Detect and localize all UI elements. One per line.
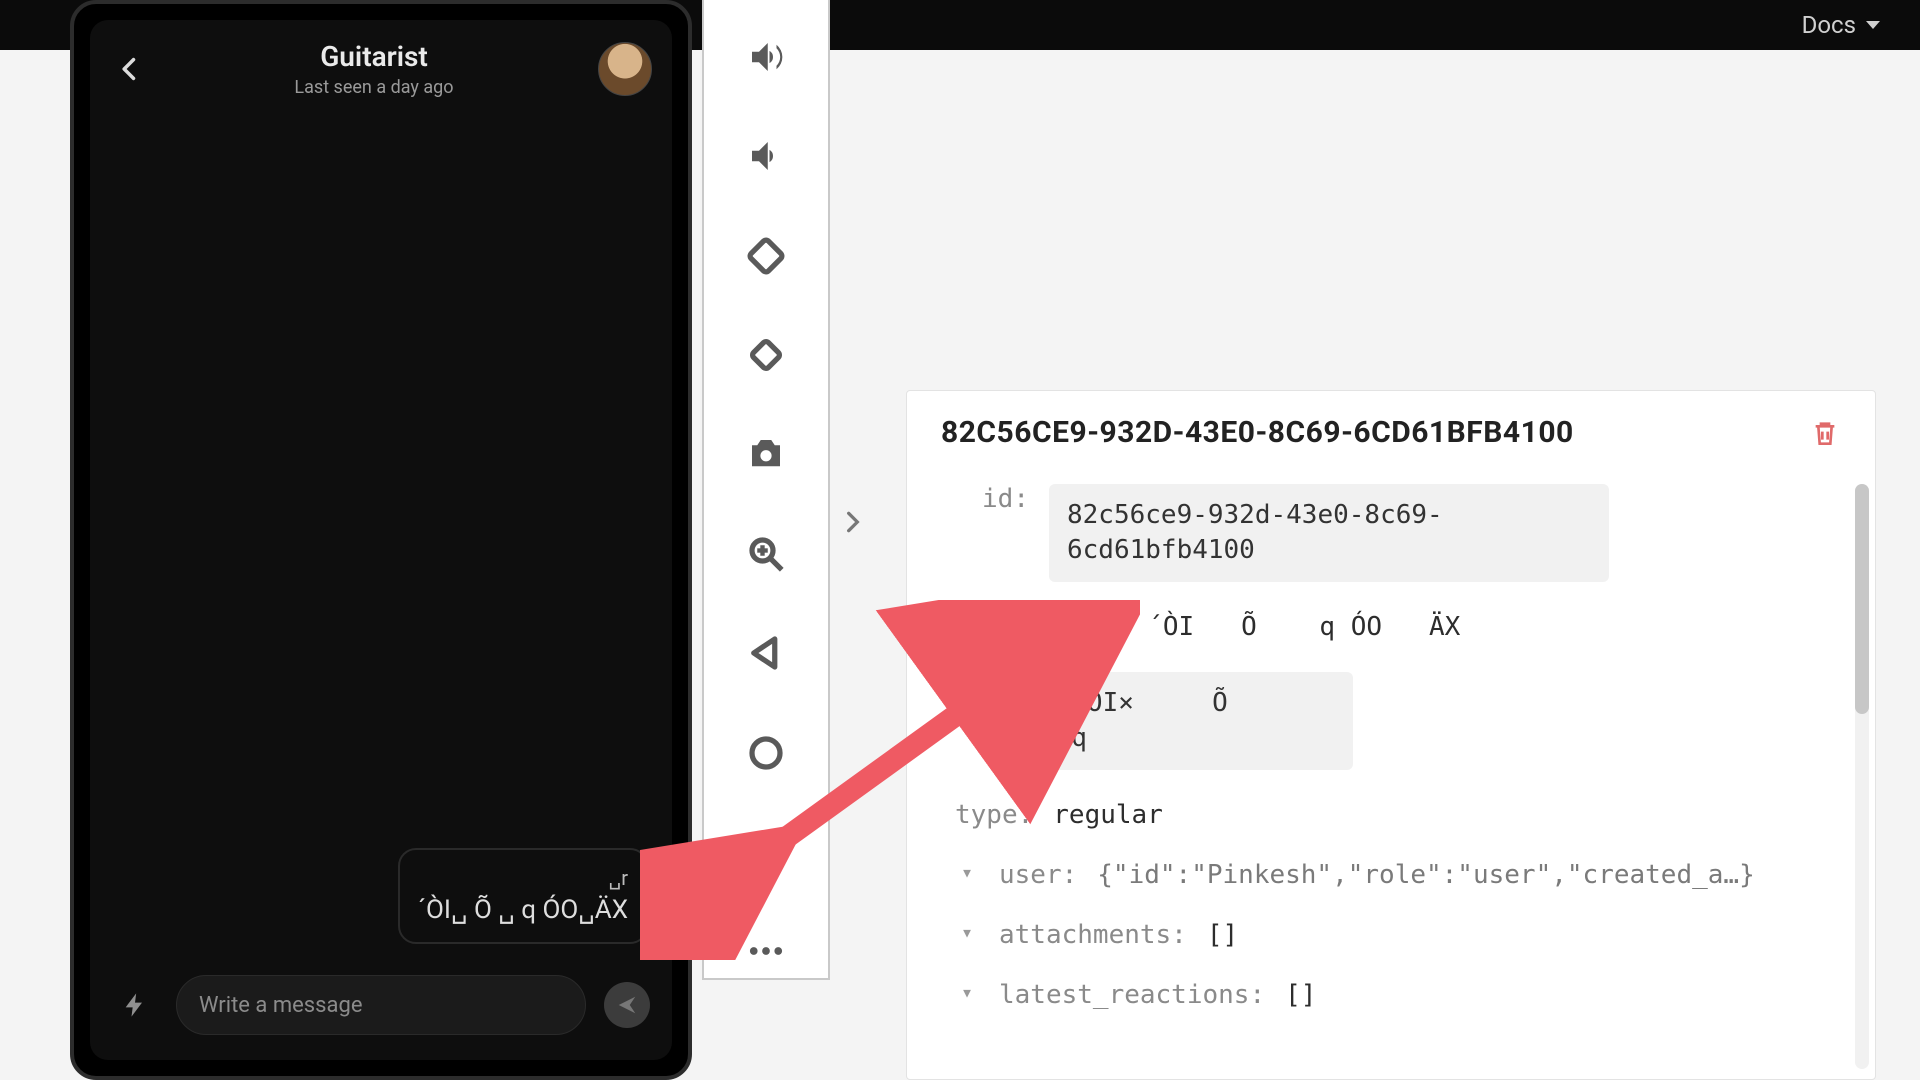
back-nav-icon	[745, 632, 787, 674]
messages-area[interactable]: ␣r ´ÒI␣ Õ ␣ q ÓO␣ÄX	[90, 118, 672, 968]
volume-up-button[interactable]	[738, 30, 794, 83]
field-label: id:	[955, 484, 1029, 514]
chevron-right-icon	[840, 509, 866, 535]
field-row-type: type: regular	[955, 800, 1827, 830]
field-label: user:	[999, 860, 1077, 890]
field-label: latest_reactions:	[999, 980, 1265, 1010]
send-button[interactable]	[604, 982, 650, 1028]
volume-down-button[interactable]	[738, 129, 794, 182]
trash-icon	[1809, 417, 1841, 449]
caret-icon: ▾	[955, 980, 979, 1004]
docs-dropdown[interactable]: Docs	[1802, 11, 1880, 39]
text-value: r ´ÒI Õ q ÓO ÄX	[1053, 612, 1460, 642]
expand-chevron[interactable]	[840, 508, 866, 543]
type-value: regular	[1053, 800, 1163, 830]
id-value[interactable]: 82c56ce9-932d-43e0-8c69-6cd61bfb4100	[1049, 484, 1609, 582]
recents-nav-icon	[745, 831, 787, 873]
field-row-user[interactable]: ▾ user: {"id":"Pinkesh","role":"user","c…	[955, 860, 1827, 890]
message-input-placeholder: Write a message	[199, 993, 363, 1018]
message-line-2: ´ÒI␣ Õ ␣ q ÓO␣ÄX	[418, 892, 628, 928]
chat-subtitle: Last seen a day ago	[168, 77, 580, 98]
nav-home-button[interactable]	[738, 726, 794, 779]
chevron-left-icon	[116, 55, 144, 83]
field-label: text:	[955, 612, 1033, 642]
message-bubble[interactable]: ␣r ´ÒI␣ Õ ␣ q ÓO␣ÄX	[398, 848, 648, 944]
user-value: {"id":"Pinkesh","role":"user","created_a…	[1097, 860, 1754, 890]
nav-recents-button[interactable]	[738, 825, 794, 878]
panel-body: id: 82c56ce9-932d-43e0-8c69-6cd61bfb4100…	[907, 474, 1875, 1079]
field-row-text: text: r ´ÒI Õ q ÓO ÄX	[955, 612, 1827, 642]
chat-title-wrap: Guitarist Last seen a day ago	[168, 40, 580, 98]
chevron-down-icon	[1866, 21, 1880, 29]
field-row-id: id: 82c56ce9-932d-43e0-8c69-6cd61bfb4100	[955, 484, 1827, 582]
delete-button[interactable]	[1809, 417, 1841, 449]
emulator-controls	[702, 0, 830, 980]
zoom-in-icon	[745, 533, 787, 575]
chat-title: Guitarist	[168, 40, 580, 73]
commands-button[interactable]	[112, 982, 158, 1028]
send-icon	[616, 994, 638, 1016]
volume-down-icon	[745, 135, 787, 177]
latest-reactions-value: []	[1285, 980, 1316, 1010]
more-icon	[745, 930, 787, 972]
nav-back-button[interactable]	[738, 626, 794, 679]
more-button[interactable]	[738, 925, 794, 978]
rotate-right-icon	[745, 334, 787, 376]
field-row-latest-reactions[interactable]: ▾ latest_reactions: []	[955, 980, 1827, 1010]
emulator-screen: Guitarist Last seen a day ago ␣r ´ÒI␣ Õ …	[90, 20, 672, 1060]
docs-label: Docs	[1802, 11, 1856, 39]
field-label: type:	[955, 800, 1033, 830]
volume-up-icon	[745, 36, 787, 78]
caret-icon: ▾	[955, 860, 979, 884]
panel-header: 82C56CE9-932D-43E0-8C69-6CD61BFB4100	[907, 391, 1875, 474]
message-line-1: ␣r	[418, 864, 628, 892]
screenshot-button[interactable]	[738, 428, 794, 481]
message-detail-panel: 82C56CE9-932D-43E0-8C69-6CD61BFB4100 id:…	[906, 390, 1876, 1080]
rotate-left-icon	[745, 235, 787, 277]
html-value[interactable]: ´ÒI× Õ q	[1053, 672, 1353, 770]
chat-header: Guitarist Last seen a day ago	[90, 20, 672, 118]
avatar[interactable]	[598, 42, 652, 96]
panel-title: 82C56CE9-932D-43E0-8C69-6CD61BFB4100	[941, 415, 1574, 450]
bolt-icon	[121, 991, 149, 1019]
scrollbar-thumb[interactable]	[1855, 484, 1869, 714]
back-button[interactable]	[110, 55, 150, 83]
rotate-right-button[interactable]	[738, 328, 794, 381]
zoom-in-button[interactable]	[738, 527, 794, 580]
camera-icon	[745, 433, 787, 475]
attachments-value: []	[1207, 920, 1238, 950]
message-input[interactable]: Write a message	[176, 975, 586, 1035]
home-nav-icon	[745, 732, 787, 774]
composer: Write a message	[90, 968, 672, 1060]
field-row-html: html: ´ÒI× Õ q	[955, 672, 1827, 770]
emulator-device-frame: Guitarist Last seen a day ago ␣r ´ÒI␣ Õ …	[70, 0, 692, 1080]
caret-icon: ▾	[955, 920, 979, 944]
field-row-attachments[interactable]: ▾ attachments: []	[955, 920, 1827, 950]
rotate-left-button[interactable]	[738, 229, 794, 282]
field-label: html:	[955, 672, 1033, 702]
field-label: attachments:	[999, 920, 1187, 950]
